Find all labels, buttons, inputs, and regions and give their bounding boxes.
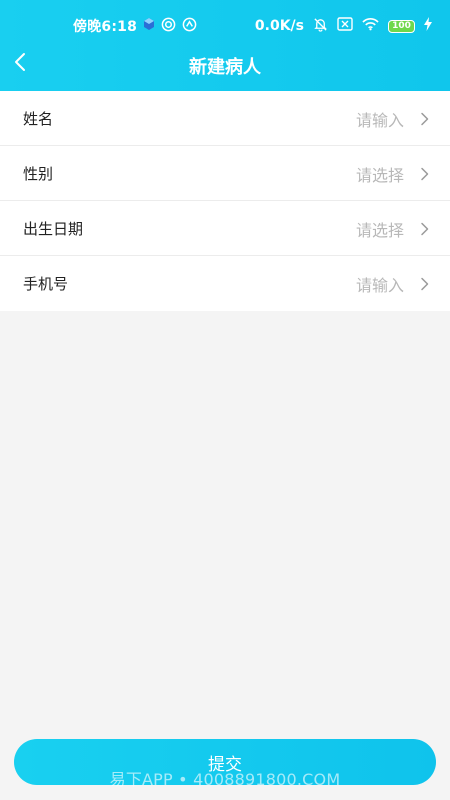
nav-bar: 新建病人 [0,42,450,87]
field-label: 性别 [23,165,54,183]
field-placeholder: 请输入 [355,276,404,295]
field-label: 出生日期 [23,220,84,238]
battery-icon: 100 [388,19,415,33]
wifi-icon [362,17,379,35]
field-label: 姓名 [23,110,54,128]
name-field[interactable]: 姓名 请输入 [0,91,450,146]
mute-bell-icon [313,17,328,36]
phone-field[interactable]: 手机号 请输入 [0,256,450,311]
birth-date-field[interactable]: 出生日期 请选择 [0,201,450,256]
notification-cube-icon [143,17,155,35]
charging-bolt-icon [424,17,432,35]
sync-icon [161,17,176,36]
gender-field[interactable]: 性别 请选择 [0,146,450,201]
submit-button[interactable]: 提交 [14,739,436,785]
status-time: 傍晚6:18 [73,19,138,35]
network-speed: 0.0K/s [254,18,304,34]
status-right: 0.0K/s 100 [255,17,432,35]
chevron-right-icon [418,221,432,236]
patient-form: 姓名 请输入 性别 请选择 出生日期 请选择 手机号 请输入 [0,91,450,311]
field-placeholder: 请输入 [355,111,404,130]
chevron-right-icon [418,276,432,291]
field-placeholder: 请选择 [355,221,404,240]
chevron-right-icon [418,166,432,181]
app-header: 傍晚6:18 0.0K/s 100 新建病人 [0,0,450,91]
chevron-right-icon [418,111,432,126]
page-title: 新建病人 [189,57,261,78]
field-placeholder: 请选择 [355,166,404,185]
target-icon [182,17,197,36]
status-left: 傍晚6:18 [73,17,197,35]
no-sim-icon [337,17,353,35]
field-label: 手机号 [23,275,69,293]
